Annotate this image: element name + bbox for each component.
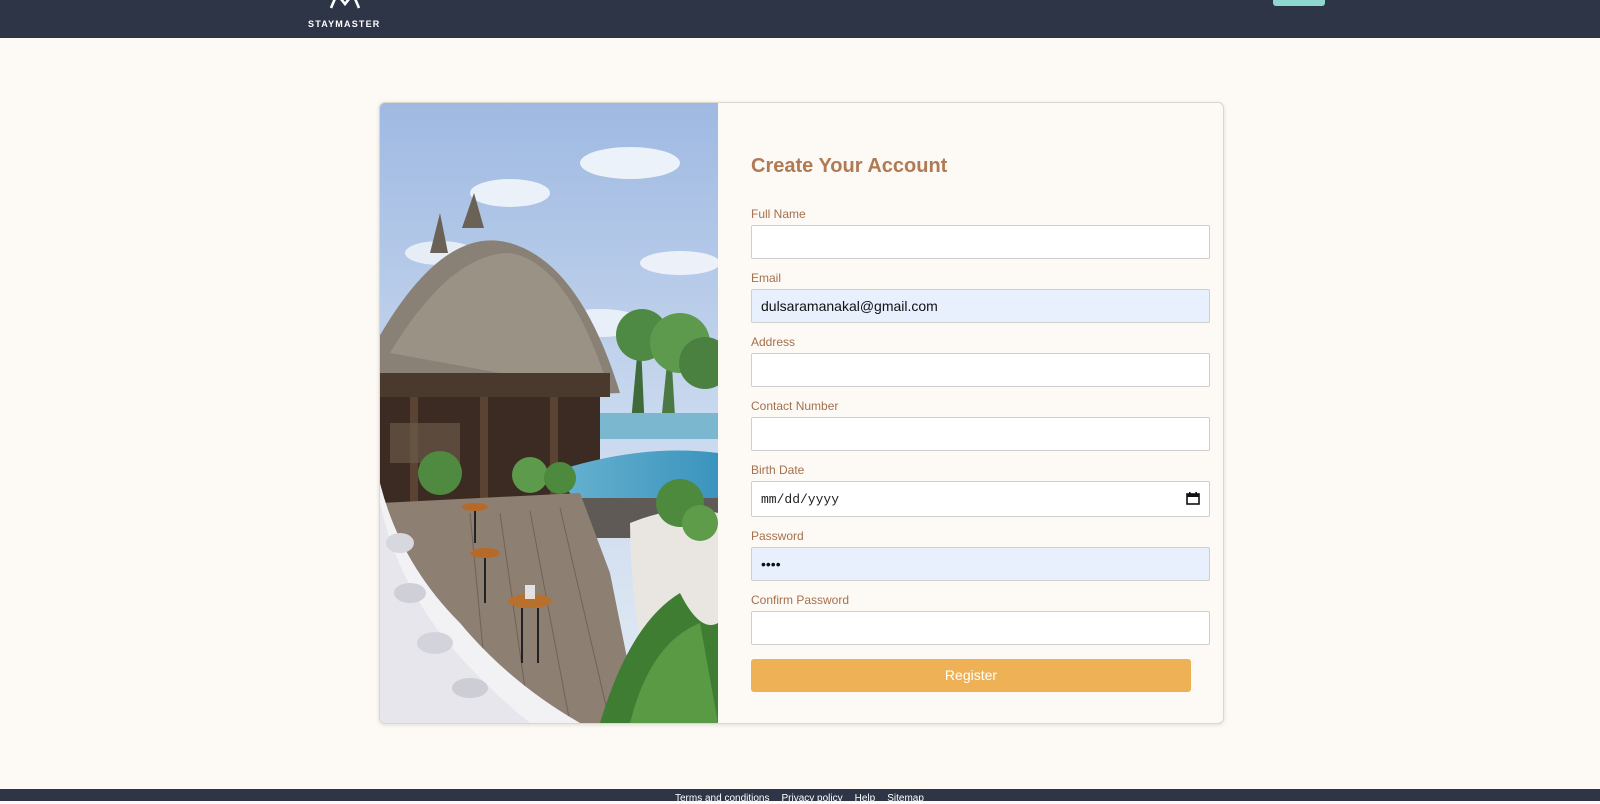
resort-photo: [380, 103, 718, 723]
full-name-input[interactable]: [751, 225, 1210, 259]
register-form: Create Your Account Full Name Email duls…: [718, 103, 1223, 723]
email-label: Email: [751, 271, 782, 285]
full-name-label: Full Name: [751, 207, 806, 221]
birth-date-input[interactable]: mm/dd/yyyy: [751, 481, 1210, 517]
register-button[interactable]: Register: [751, 659, 1191, 692]
password-input[interactable]: ••••: [751, 547, 1210, 581]
calendar-icon[interactable]: [1186, 492, 1200, 505]
confirm-password-input[interactable]: [751, 611, 1210, 645]
brand-logo[interactable]: STAYMASTER: [306, 0, 386, 30]
address-input[interactable]: [751, 353, 1210, 387]
address-label: Address: [751, 335, 796, 349]
birth-date-label: Birth Date: [751, 463, 805, 477]
contact-number-label: Contact Number: [751, 399, 839, 413]
register-card: Create Your Account Full Name Email duls…: [379, 102, 1224, 724]
top-navbar: STAYMASTER: [0, 0, 1600, 38]
footer-link-sitemap[interactable]: Sitemap: [887, 793, 924, 804]
password-label: Password: [751, 529, 804, 543]
footer: Terms and conditions Privacy policy Help…: [0, 789, 1600, 804]
email-input[interactable]: dulsaramanakal@gmail.com: [751, 289, 1210, 323]
form-title: Create Your Account: [751, 155, 948, 177]
footer-link-help[interactable]: Help: [855, 793, 876, 804]
footer-links: Terms and conditions Privacy policy Help…: [675, 793, 924, 804]
birth-date-placeholder: mm/dd/yyyy: [761, 491, 840, 507]
nav-action-button[interactable]: [1273, 0, 1325, 6]
footer-link-privacy[interactable]: Privacy policy: [782, 793, 843, 804]
logo-mark-icon: [329, 0, 361, 9]
contact-number-input[interactable]: [751, 417, 1210, 451]
confirm-password-label: Confirm Password: [751, 593, 850, 607]
footer-link-terms[interactable]: Terms and conditions: [675, 793, 770, 804]
brand-name: STAYMASTER: [308, 19, 381, 29]
